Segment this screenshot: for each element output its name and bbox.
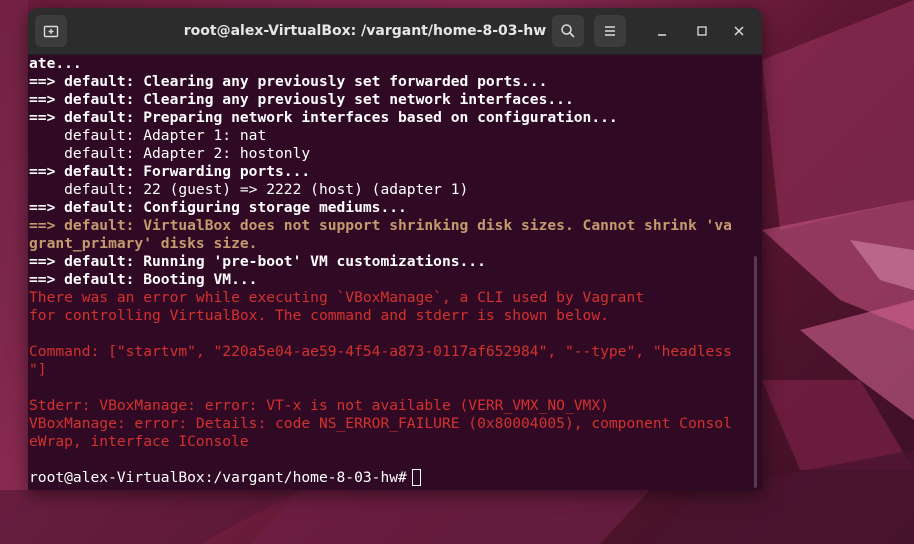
terminal-line: ==> default: Preparing network interface… [29,109,618,126]
maximize-button[interactable] [690,19,714,43]
terminal-line: ==> default: Configuring storage mediums… [29,199,407,216]
terminal-line: for controlling VirtualBox. The command … [29,307,609,324]
terminal-line: ==> default: VirtualBox does not support… [29,217,732,234]
terminal-line: ate... [29,55,82,72]
window-title: root@alex-VirtualBox: /vargant/home-8-03… [183,23,547,39]
search-icon [561,24,575,38]
terminal-line: ==> default: Clearing any previously set… [29,91,574,108]
minimize-button[interactable] [650,19,674,43]
new-tab-icon [43,25,59,38]
terminal-line: ==> default: Forwarding ports... [29,163,311,180]
new-tab-button[interactable] [35,15,67,47]
terminal-line: ==> default: Booting VM... [29,271,258,288]
maximize-icon [697,26,707,36]
hamburger-menu-icon [605,26,615,36]
terminal-line: "] [29,361,47,378]
shell-prompt: root@alex-VirtualBox:/vargant/home-8-03-… [29,469,407,486]
close-button[interactable] [727,19,751,43]
terminal-line: There was an error while executing `VBox… [29,289,645,306]
terminal-line: Command: ["startvm", "220a5e04-ae59-4f54… [29,343,732,360]
text-cursor [411,469,421,486]
terminal-line: default: 22 (guest) => 2222 (host) (adap… [29,181,469,198]
terminal-line: ==> default: Clearing any previously set… [29,73,548,90]
prompt-line[interactable]: root@alex-VirtualBox:/vargant/home-8-03-… [29,469,762,487]
terminal-line: default: Adapter 2: hostonly [29,145,311,162]
close-icon [734,26,744,36]
terminal-line: ==> default: Running 'pre-boot' VM custo… [29,253,486,270]
terminal-output[interactable]: ate... ==> default: Clearing any previou… [28,55,762,490]
terminal-line: Stderr: VBoxManage: error: VT-x is not a… [29,397,609,414]
title-bar: root@alex-VirtualBox: /vargant/home-8-03… [28,8,762,55]
terminal-line: eWrap, interface IConsole [29,433,249,450]
terminal-line: default: Adapter 1: nat [29,127,267,144]
search-button[interactable] [552,15,584,47]
terminal-line: grant_primary' disks size. [29,235,258,252]
terminal-window: root@alex-VirtualBox: /vargant/home-8-03… [28,8,762,490]
minimize-icon [658,34,666,36]
terminal-scrollbar[interactable] [754,256,757,488]
menu-button[interactable] [594,15,626,47]
terminal-line: VBoxManage: error: Details: code NS_ERRO… [29,415,732,432]
